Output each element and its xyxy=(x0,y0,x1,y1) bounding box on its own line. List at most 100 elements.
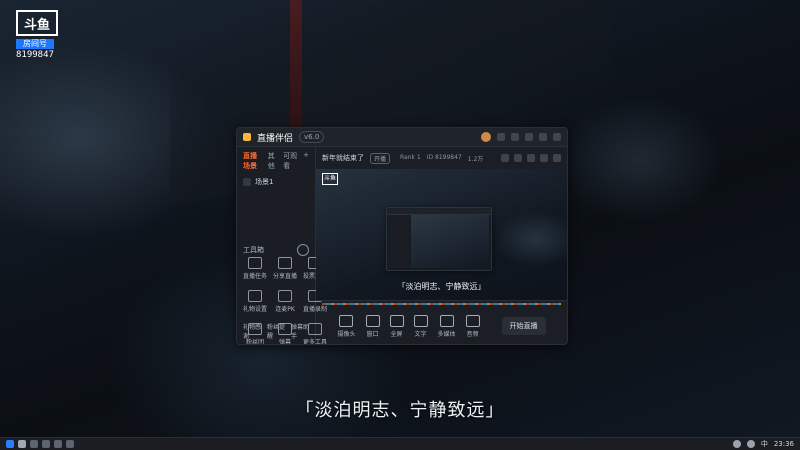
control-label: 多媒体 xyxy=(437,330,456,338)
minimize-icon[interactable] xyxy=(525,133,533,141)
close-icon[interactable] xyxy=(553,133,561,141)
share-icon xyxy=(278,257,293,269)
audio-icon xyxy=(465,314,480,327)
screenshot-icon[interactable] xyxy=(514,154,522,162)
scene-icon xyxy=(243,178,251,186)
sidebar: 直播场景 其他 可观看 + 场景1 工具箱 直播任务 分享直播 礼物设置 连麦P… xyxy=(237,147,327,344)
toolbox-title: 工具箱 xyxy=(243,246,264,254)
share-icon[interactable] xyxy=(540,154,548,162)
room-tag: 开播 xyxy=(370,152,391,164)
desktop-subtitle: 「淡泊明志、宁静致远」 xyxy=(295,400,505,421)
titlebar-icons xyxy=(481,132,561,142)
tool-label: 直播任务 xyxy=(243,273,268,280)
ime-indicator[interactable]: 中 xyxy=(761,439,768,449)
tool-item[interactable]: 直播任务 xyxy=(243,257,267,280)
screen-icon xyxy=(339,314,354,327)
text-icon xyxy=(413,314,428,327)
footer-item[interactable]: 弹幕助手 xyxy=(291,322,309,340)
notifications-icon[interactable] xyxy=(501,154,509,162)
link-icon[interactable] xyxy=(527,154,535,162)
control-window[interactable]: 窗口 xyxy=(365,314,380,338)
add-tab-icon[interactable]: + xyxy=(303,151,309,171)
window-titlebar[interactable]: 直播伴侣 v6.0 xyxy=(237,128,567,147)
more-icon[interactable] xyxy=(553,154,561,162)
edge-icon[interactable] xyxy=(42,440,50,448)
task-icon xyxy=(248,257,262,269)
control-camera[interactable]: 摄像头 xyxy=(337,314,356,338)
image-icon xyxy=(389,314,404,327)
version-badge: v6.0 xyxy=(299,131,325,143)
app-icon[interactable] xyxy=(66,440,74,448)
control-label: 全屏 xyxy=(390,330,403,338)
control-text[interactable]: 文字 xyxy=(413,314,428,338)
footer-item[interactable]: 粉丝提醒 xyxy=(267,322,285,340)
tool-item[interactable]: 连麦PK xyxy=(273,290,297,313)
start-live-button[interactable]: 开始直播 xyxy=(501,317,546,335)
start-icon[interactable] xyxy=(6,440,14,448)
nested-sidebar xyxy=(389,215,409,268)
media-icon xyxy=(439,314,454,327)
tool-item[interactable]: 礼物设置 xyxy=(243,290,267,313)
volume-icon[interactable] xyxy=(746,440,755,448)
window-content: 直播场景 其他 可观看 + 场景1 工具箱 直播任务 分享直播 礼物设置 连麦P… xyxy=(237,147,567,344)
wallpaper-pillar xyxy=(290,0,302,130)
room-stat: ID 8199847 xyxy=(426,153,462,161)
control-label: 窗口 xyxy=(366,330,379,338)
douyu-logo: 斗鱼 xyxy=(16,10,58,36)
search-icon[interactable] xyxy=(18,440,26,448)
status-indicator-bar xyxy=(322,303,561,305)
control-label: 摄像头 xyxy=(337,330,356,338)
app-logo-icon xyxy=(243,133,251,141)
bottom-controls: 摄像头 窗口 全屏 文字 多媒体 音频 开始直播 xyxy=(316,308,567,344)
explorer-icon[interactable] xyxy=(30,440,38,448)
room-badge: 房间号 xyxy=(16,39,54,49)
nested-preview xyxy=(411,215,489,268)
clock[interactable]: 23:36 xyxy=(774,440,794,448)
room-stat: Rank 1 xyxy=(400,153,421,161)
control-label: 文字 xyxy=(414,330,427,338)
tab-viewable[interactable]: 可观看 xyxy=(283,151,297,171)
tab-live-scenes[interactable]: 直播场景 xyxy=(243,151,262,171)
message-icon[interactable] xyxy=(497,133,505,141)
footer-item[interactable]: 礼物感谢 xyxy=(243,322,261,340)
room-header-icons xyxy=(501,154,561,162)
room-header: 新年就结束了 开播 Rank 1 ID 8199847 1.2万 xyxy=(316,147,567,170)
network-icon[interactable] xyxy=(732,440,741,448)
gift-icon xyxy=(248,290,262,302)
mic-icon xyxy=(278,290,293,302)
control-audio[interactable]: 音频 xyxy=(465,314,480,338)
live-assistant-window[interactable]: 直播伴侣 v6.0 直播场景 其他 可观看 + 场景1 工具箱 直播任务 分享直… xyxy=(236,127,568,345)
nested-titlebar xyxy=(387,208,491,215)
tab-other[interactable]: 其他 xyxy=(268,151,277,171)
sidebar-tabs: 直播场景 其他 可观看 + xyxy=(237,147,315,175)
control-media[interactable]: 多媒体 xyxy=(437,314,456,338)
taskbar: 中 23:36 xyxy=(0,437,800,450)
douyu-watermark: 斗鱼 房间号 8199847 xyxy=(16,10,60,60)
room-title: 新年就结束了 xyxy=(322,154,364,162)
tool-item[interactable]: 分享直播 xyxy=(273,257,297,280)
nested-app-window xyxy=(386,207,492,271)
location-icon xyxy=(365,314,380,327)
preview-watermark: 斗鱼 xyxy=(322,173,338,185)
control-fullscreen[interactable]: 全屏 xyxy=(389,314,404,338)
tool-label: 连麦PK xyxy=(275,306,295,313)
system-tray: 中 23:36 xyxy=(732,439,794,449)
sidebar-footer: 礼物感谢 粉丝提醒 弹幕助手 xyxy=(243,322,309,340)
user-avatar[interactable] xyxy=(481,132,491,142)
tool-label: 礼物设置 xyxy=(243,306,268,313)
room-stats: Rank 1 ID 8199847 1.2万 xyxy=(400,154,483,163)
control-label: 音频 xyxy=(466,330,479,338)
chat-icon[interactable] xyxy=(54,440,62,448)
stream-preview[interactable]: 斗鱼 「淡泊明志、宁静致远」 xyxy=(316,169,567,301)
app-title: 直播伴侣 xyxy=(257,133,294,144)
room-number: 8199847 xyxy=(16,50,54,60)
tool-label: 分享直播 xyxy=(273,273,298,280)
preview-subtitle: 「淡泊明志、宁静致远」 xyxy=(397,282,486,291)
maximize-icon[interactable] xyxy=(539,133,547,141)
room-stat: 1.2万 xyxy=(467,155,484,163)
scene-label: 场景1 xyxy=(255,178,274,186)
scene-row[interactable]: 场景1 xyxy=(237,175,315,189)
settings-icon[interactable] xyxy=(511,133,519,141)
main-panel: 新年就结束了 开播 Rank 1 ID 8199847 1.2万 斗鱼 「淡泊明… xyxy=(316,147,567,344)
toolbox-toggle[interactable] xyxy=(297,244,309,256)
